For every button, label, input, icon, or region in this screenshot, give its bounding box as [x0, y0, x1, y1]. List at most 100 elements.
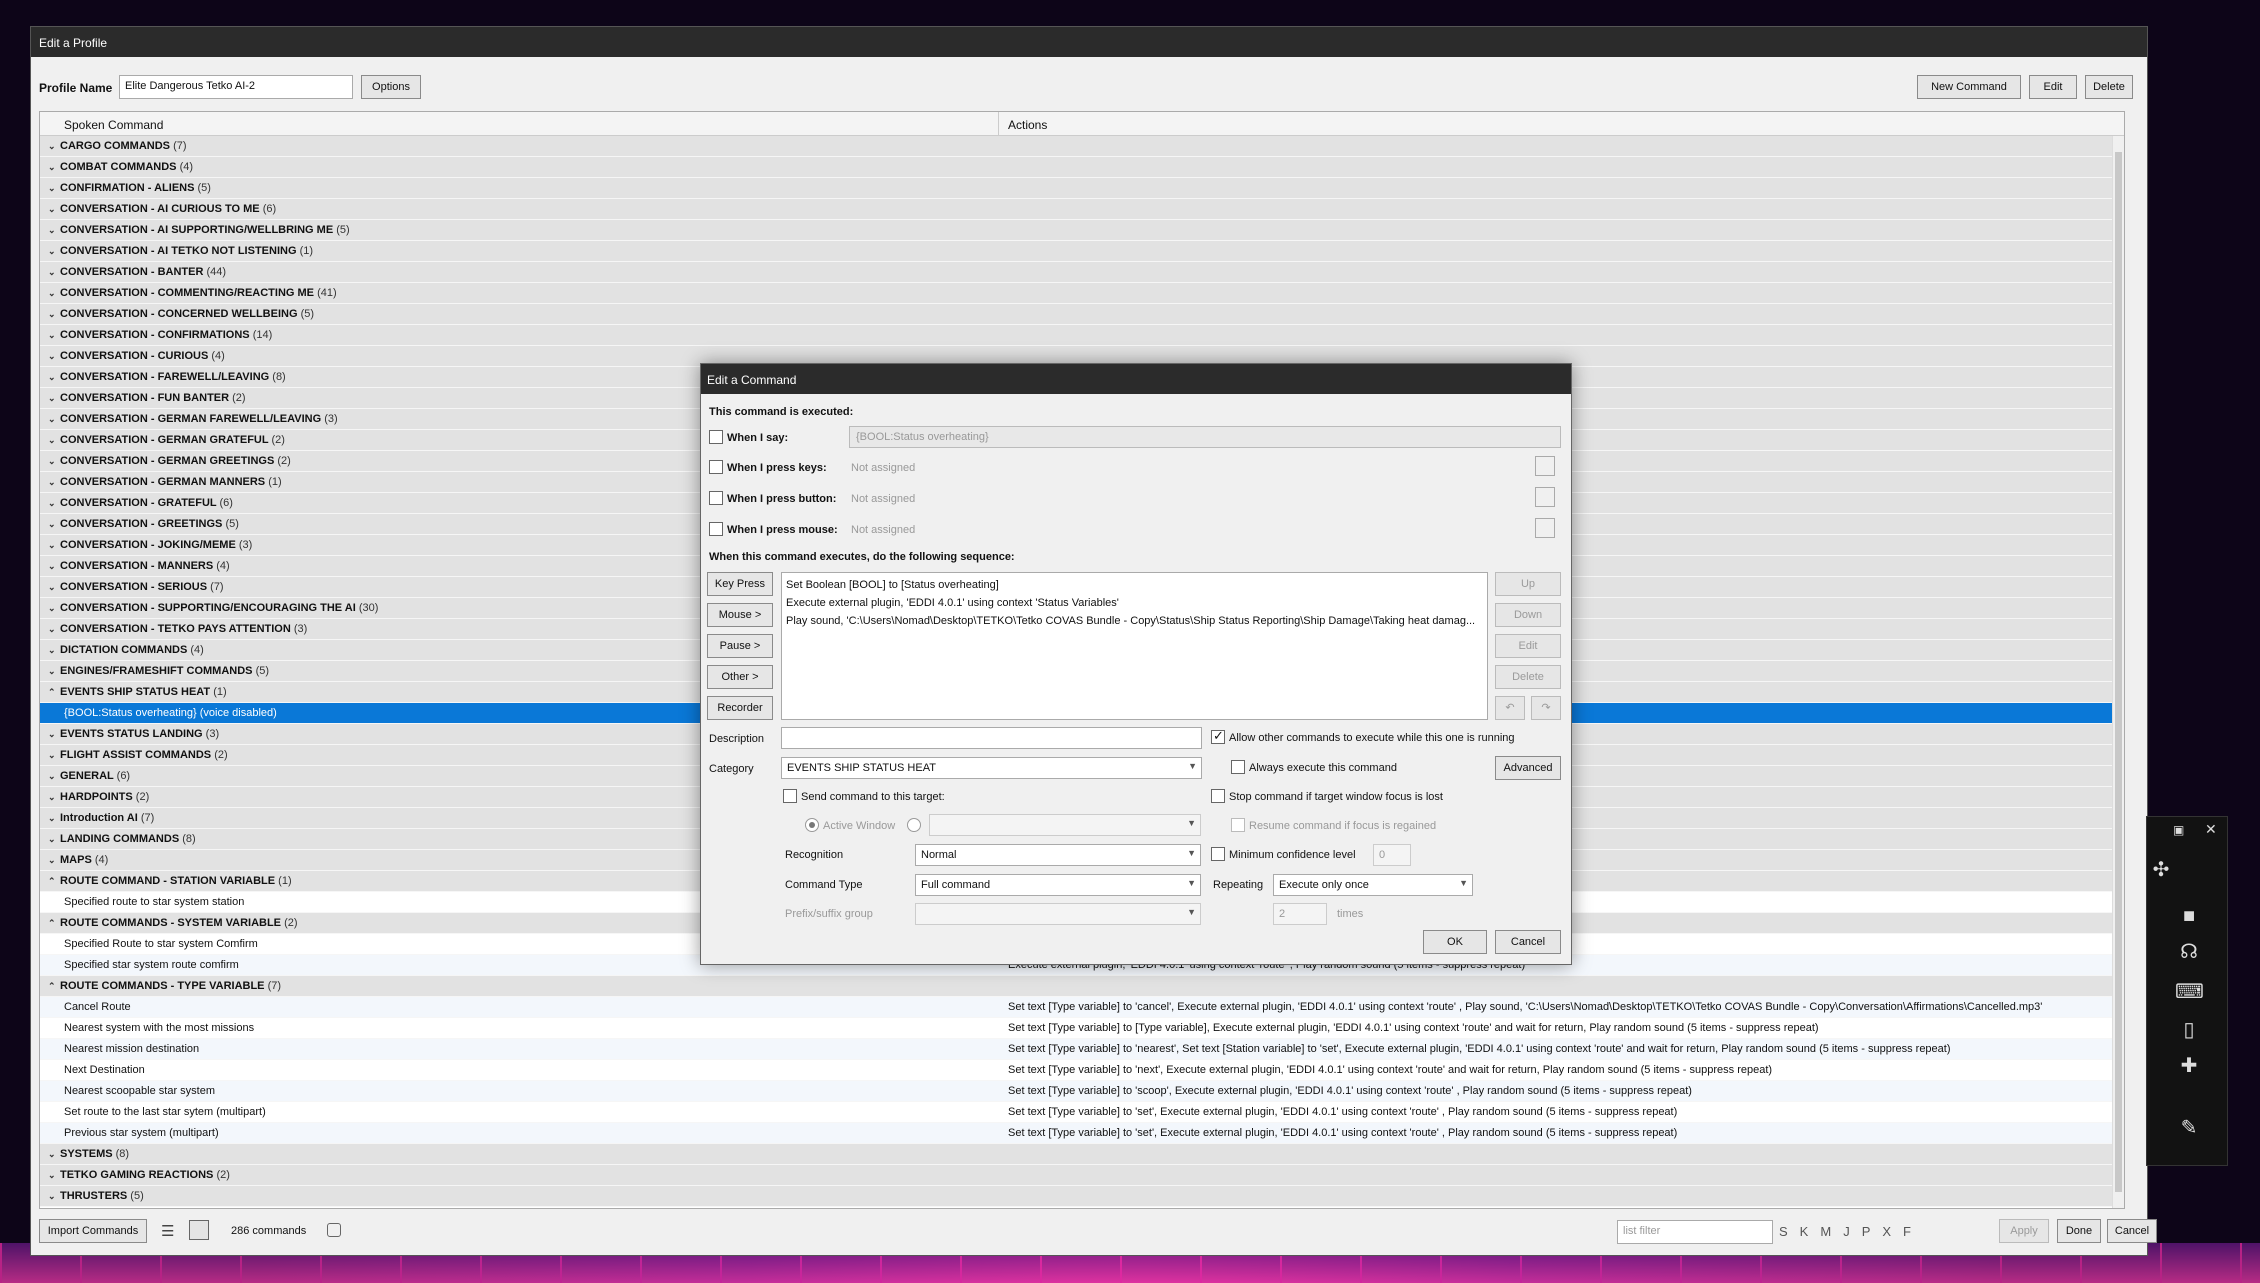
apply-button[interactable]: Apply — [1999, 1219, 2049, 1243]
resume-focus-checkbox[interactable] — [1231, 818, 1245, 832]
filter-letter-j[interactable]: J — [1843, 1224, 1850, 1239]
command-row[interactable]: Previous star system (multipart) Set text… — [40, 1123, 2124, 1144]
chevron-down-icon[interactable]: ⌄ — [48, 241, 56, 262]
category-group-row[interactable]: ⌄ CONFIRMATION - ALIENS (5) — [40, 178, 2124, 199]
category-group-row[interactable]: ⌄ TETKO GAMING REACTIONS (2) — [40, 1165, 2124, 1186]
prefix-suffix-select[interactable]: ▼ — [915, 903, 1201, 925]
chevron-down-icon[interactable]: ⌄ — [48, 766, 56, 787]
when-mouse-checkbox[interactable] — [709, 522, 723, 536]
chevron-down-icon[interactable]: ⌄ — [48, 493, 56, 514]
chevron-up-icon[interactable]: ⌃ — [48, 913, 56, 934]
headset-icon[interactable]: ☊ — [2175, 939, 2203, 965]
chevron-down-icon[interactable]: ⌄ — [48, 577, 56, 598]
controller-icon[interactable]: ✚ — [2175, 1053, 2203, 1079]
options-button[interactable]: Options — [361, 75, 421, 99]
maximize-icon[interactable]: ▣ — [2173, 823, 2184, 837]
chevron-down-icon[interactable]: ⌄ — [48, 598, 56, 619]
when-button-checkbox[interactable] — [709, 491, 723, 505]
say-phrase-field[interactable]: {BOOL:Status overheating} — [849, 426, 1561, 448]
command-row[interactable]: Nearest scoopable star system Set text [T… — [40, 1081, 2124, 1102]
other-button[interactable]: Other > — [707, 665, 773, 689]
when-keys-checkbox[interactable] — [709, 460, 723, 474]
spoken-command-header[interactable]: Spoken Command — [64, 118, 163, 132]
filter-letter-m[interactable]: M — [1820, 1224, 1831, 1239]
dialog-cancel-button[interactable]: Cancel — [1495, 930, 1561, 954]
chevron-up-icon[interactable]: ⌃ — [48, 976, 56, 997]
category-group-row[interactable]: ⌄ COMBAT COMMANDS (4) — [40, 157, 2124, 178]
chevron-down-icon[interactable]: ⌄ — [48, 346, 56, 367]
category-group-row[interactable]: ⌄ CONVERSATION - COMMENTING/REACTING ME (… — [40, 283, 2124, 304]
wrench-icon[interactable]: ✎ — [2175, 1115, 2203, 1141]
recognition-select[interactable]: Normal ▼ — [915, 844, 1201, 866]
chevron-down-icon[interactable]: ⌄ — [48, 850, 56, 871]
close-icon[interactable]: ✕ — [2205, 821, 2217, 838]
command-row[interactable]: Nearest system with the most missions Set… — [40, 1018, 2124, 1039]
min-confidence-stepper[interactable]: 0 — [1373, 844, 1411, 866]
up-button[interactable]: Up — [1495, 572, 1561, 596]
profile-name-input[interactable]: Elite Dangerous Tetko AI-2 — [119, 75, 353, 99]
category-group-row[interactable]: ⌄ CONVERSATION - CONCERNED WELLBEING (5) — [40, 304, 2124, 325]
sequence-item[interactable]: Execute external plugin, 'EDDI 4.0.1' us… — [786, 594, 1483, 612]
stop-icon[interactable]: ■ — [2175, 903, 2203, 929]
list-filter-input[interactable]: list filter — [1617, 1220, 1773, 1244]
category-group-row[interactable]: ⌄ CONVERSATION - CONFIRMATIONS (14) — [40, 325, 2124, 346]
mouse-action-button[interactable]: Mouse > — [707, 603, 773, 627]
vertical-scrollbar[interactable] — [2112, 136, 2124, 1208]
chevron-down-icon[interactable]: ⌄ — [48, 1144, 56, 1165]
when-say-checkbox[interactable] — [709, 430, 723, 444]
chevron-down-icon[interactable]: ⌄ — [48, 829, 56, 850]
allow-other-checkbox[interactable] — [1211, 728, 1225, 744]
recorder-button[interactable]: Recorder — [707, 696, 773, 720]
edit-button[interactable]: Edit — [2029, 75, 2077, 99]
down-button[interactable]: Down — [1495, 603, 1561, 627]
repeating-select[interactable]: Execute only once ▼ — [1273, 874, 1473, 896]
edit-action-button[interactable]: Edit — [1495, 634, 1561, 658]
delete-action-button[interactable]: Delete — [1495, 665, 1561, 689]
chevron-down-icon[interactable]: ⌄ — [48, 136, 56, 157]
chevron-down-icon[interactable]: ⌄ — [48, 787, 56, 808]
window-view-icon[interactable] — [189, 1220, 209, 1240]
action-sequence-list[interactable]: Set Boolean [BOOL] to [Status overheatin… — [781, 572, 1488, 720]
chevron-down-icon[interactable]: ⌄ — [48, 619, 56, 640]
command-row[interactable]: Next Destination Set text [Type variable]… — [40, 1060, 2124, 1081]
mouse-icon[interactable]: ▯ — [2175, 1017, 2203, 1043]
keyboard-icon[interactable]: ⌨ — [2175, 979, 2204, 1005]
import-commands-button[interactable]: Import Commands — [39, 1219, 147, 1243]
keys-assign-button[interactable] — [1535, 456, 1555, 476]
chevron-down-icon[interactable]: ⌄ — [48, 283, 56, 304]
cancel-button[interactable]: Cancel — [2107, 1219, 2157, 1243]
chevron-up-icon[interactable]: ⌃ — [48, 871, 56, 892]
command-row[interactable]: Cancel Route Set text [Type variable] to … — [40, 997, 2124, 1018]
stop-focus-checkbox[interactable] — [1211, 789, 1225, 803]
chevron-down-icon[interactable]: ⌄ — [48, 1186, 56, 1207]
chevron-down-icon[interactable]: ⌄ — [48, 535, 56, 556]
min-confidence-checkbox[interactable] — [1211, 847, 1225, 861]
filter-letter-s[interactable]: S — [1779, 1224, 1788, 1239]
advanced-button[interactable]: Advanced — [1495, 756, 1561, 780]
scrollbar-thumb[interactable] — [2115, 152, 2122, 1192]
chevron-up-icon[interactable]: ⌃ — [48, 682, 56, 703]
category-group-row[interactable]: ⌃ ROUTE COMMANDS - TYPE VARIABLE (7) — [40, 976, 2124, 997]
chevron-down-icon[interactable]: ⌄ — [48, 157, 56, 178]
chevron-down-icon[interactable]: ⌄ — [48, 640, 56, 661]
filter-letter-p[interactable]: P — [1862, 1224, 1871, 1239]
category-group-row[interactable]: ⌄ CARGO COMMANDS (7) — [40, 136, 2124, 157]
command-row[interactable]: Nearest mission destination Set text [Typ… — [40, 1039, 2124, 1060]
category-select[interactable]: EVENTS SHIP STATUS HEAT ▼ — [781, 757, 1202, 779]
pause-button[interactable]: Pause > — [707, 634, 773, 658]
chevron-down-icon[interactable]: ⌄ — [48, 304, 56, 325]
chevron-down-icon[interactable]: ⌄ — [48, 178, 56, 199]
category-group-row[interactable]: ⌄ SYSTEMS (8) — [40, 1144, 2124, 1165]
mouse-assign-button[interactable] — [1535, 518, 1555, 538]
category-group-row[interactable]: ⌄ CONVERSATION - AI CURIOUS TO ME (6) — [40, 199, 2124, 220]
delete-button[interactable]: Delete — [2085, 75, 2133, 99]
description-input[interactable] — [781, 727, 1202, 749]
list-view-icon[interactable]: ☰ — [161, 1222, 174, 1240]
chevron-down-icon[interactable]: ⌄ — [48, 199, 56, 220]
key-press-button[interactable]: Key Press — [707, 572, 773, 596]
chevron-down-icon[interactable]: ⌄ — [48, 325, 56, 346]
repeat-times-stepper[interactable]: 2 — [1273, 903, 1327, 925]
ok-button[interactable]: OK — [1423, 930, 1487, 954]
send-target-checkbox[interactable] — [783, 789, 797, 803]
filter-letter-f[interactable]: F — [1903, 1224, 1911, 1239]
